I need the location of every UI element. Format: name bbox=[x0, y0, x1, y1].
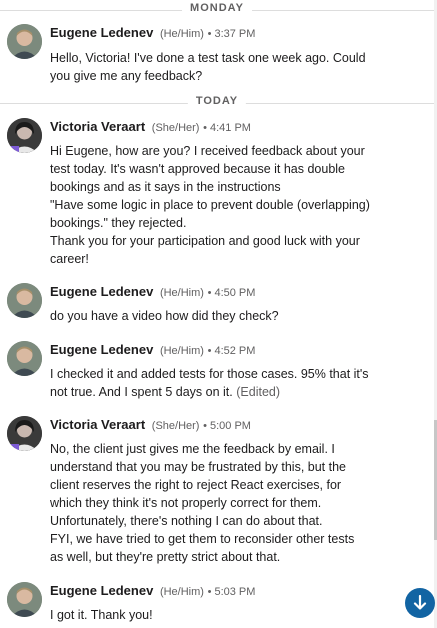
message-line: understand that you may be frustrated by… bbox=[50, 460, 347, 474]
author-name[interactable]: Victoria Veraart bbox=[50, 119, 145, 134]
author-name[interactable]: Eugene Ledenev bbox=[50, 25, 153, 40]
author-pronouns: (He/Him) bbox=[159, 345, 204, 357]
message-item: Victoria Veraart (She/Her) • 5:00 PM No,… bbox=[0, 414, 434, 574]
avatar-victoria-icon bbox=[7, 416, 42, 451]
message-line: I checked it and added tests for those c… bbox=[50, 367, 369, 381]
message-line: which they think it's not properly corre… bbox=[50, 496, 322, 510]
message-line: not true. And I spent 5 days on it. (Edi… bbox=[50, 383, 390, 401]
avatar[interactable] bbox=[7, 118, 42, 153]
avatar[interactable] bbox=[7, 283, 42, 318]
message-meta: Victoria Veraart (She/Her) • 5:00 PM bbox=[50, 417, 251, 435]
message-time[interactable]: • 4:41 PM bbox=[203, 122, 251, 134]
message-line: Hello, Victoria! I've done a test task o… bbox=[50, 51, 366, 65]
message-meta: Eugene Ledenev (He/Him) • 5:03 PM bbox=[50, 583, 255, 601]
message-body: I got it. Thank you! bbox=[50, 606, 390, 624]
message-body: do you have a video how did they check? bbox=[50, 307, 390, 325]
message-line-text: not true. And I spent 5 days on it. bbox=[50, 385, 233, 399]
message-line: "Have some logic in place to prevent dou… bbox=[50, 198, 370, 212]
message-line: career! bbox=[50, 252, 89, 266]
message-time[interactable]: • 4:52 PM bbox=[208, 345, 256, 357]
message-line: Unfortunately, there's nothing I can do … bbox=[50, 514, 323, 528]
message-body: No, the client just gives me the feedbac… bbox=[50, 440, 390, 566]
message-body: Hello, Victoria! I've done a test task o… bbox=[50, 49, 390, 85]
message-meta: Eugene Ledenev (He/Him) • 4:50 PM bbox=[50, 284, 255, 302]
message-time[interactable]: • 5:03 PM bbox=[208, 586, 256, 598]
message-body: Hi Eugene, how are you? I received feedb… bbox=[50, 142, 390, 268]
message-line: FYI, we have tried to get them to recons… bbox=[50, 532, 355, 546]
message-line: I got it. Thank you! bbox=[50, 608, 153, 622]
author-pronouns: (She/Her) bbox=[151, 420, 200, 432]
arrow-down-icon bbox=[413, 595, 427, 610]
message-line: No, the client just gives me the feedbac… bbox=[50, 442, 335, 456]
message-item: Victoria Veraart (She/Her) • 4:41 PM Hi … bbox=[0, 116, 434, 276]
message-line: you give me any feedback? bbox=[50, 69, 203, 83]
message-line: as well, but they're pretty strict about… bbox=[50, 550, 281, 564]
message-meta: Eugene Ledenev (He/Him) • 4:52 PM bbox=[50, 342, 255, 360]
date-divider-monday: MONDAY bbox=[0, 0, 434, 20]
message-time[interactable]: • 4:50 PM bbox=[208, 287, 256, 299]
author-pronouns: (He/Him) bbox=[159, 586, 204, 598]
message-line: Thank you for your participation and goo… bbox=[50, 234, 360, 248]
author-name[interactable]: Eugene Ledenev bbox=[50, 284, 153, 299]
message-item: Eugene Ledenev (He/Him) • 4:52 PM I chec… bbox=[0, 339, 434, 409]
author-pronouns: (He/Him) bbox=[159, 28, 204, 40]
message-line: do you have a video how did they check? bbox=[50, 309, 279, 323]
message-line: client reserves the right to reject Reac… bbox=[50, 478, 342, 492]
message-line: test today. It's wasn't approved because… bbox=[50, 162, 346, 176]
message-line: Hi Eugene, how are you? I received feedb… bbox=[50, 144, 365, 158]
jump-to-latest-button[interactable] bbox=[405, 588, 435, 618]
message-item: Eugene Ledenev (He/Him) • 5:03 PM I got … bbox=[0, 580, 434, 628]
avatar-eugene-icon bbox=[7, 341, 42, 376]
message-meta: Victoria Veraart (She/Her) • 4:41 PM bbox=[50, 119, 251, 137]
message-time[interactable]: • 5:00 PM bbox=[203, 420, 251, 432]
avatar[interactable] bbox=[7, 582, 42, 617]
author-name[interactable]: Victoria Veraart bbox=[50, 417, 145, 432]
message-time[interactable]: • 3:37 PM bbox=[208, 28, 256, 40]
author-pronouns: (She/Her) bbox=[151, 122, 200, 134]
avatar-eugene-icon bbox=[7, 582, 42, 617]
edited-label: (Edited) bbox=[236, 385, 281, 399]
message-meta: Eugene Ledenev (He/Him) • 3:37 PM bbox=[50, 25, 255, 43]
avatar-eugene-icon bbox=[7, 283, 42, 318]
message-item: Eugene Ledenev (He/Him) • 4:50 PM do you… bbox=[0, 281, 434, 333]
author-pronouns: (He/Him) bbox=[159, 287, 204, 299]
avatar-eugene-icon bbox=[7, 24, 42, 59]
divider-label[interactable]: MONDAY bbox=[182, 2, 252, 14]
avatar[interactable] bbox=[7, 24, 42, 59]
message-item: Eugene Ledenev (He/Him) • 3:37 PM Hello,… bbox=[0, 22, 434, 92]
avatar-victoria-icon bbox=[7, 118, 42, 153]
date-divider-today: TODAY bbox=[0, 93, 434, 113]
message-body: I checked it and added tests for those c… bbox=[50, 365, 390, 401]
message-line: bookings and as it says in the instructi… bbox=[50, 180, 281, 194]
author-name[interactable]: Eugene Ledenev bbox=[50, 583, 153, 598]
avatar[interactable] bbox=[7, 416, 42, 451]
divider-label[interactable]: TODAY bbox=[187, 95, 247, 107]
author-name[interactable]: Eugene Ledenev bbox=[50, 342, 153, 357]
message-line: bookings." they rejected. bbox=[50, 216, 187, 230]
avatar[interactable] bbox=[7, 341, 42, 376]
message-feed: MONDAY Eugene Ledenev (He/Him) • 3:37 PM… bbox=[0, 0, 434, 628]
